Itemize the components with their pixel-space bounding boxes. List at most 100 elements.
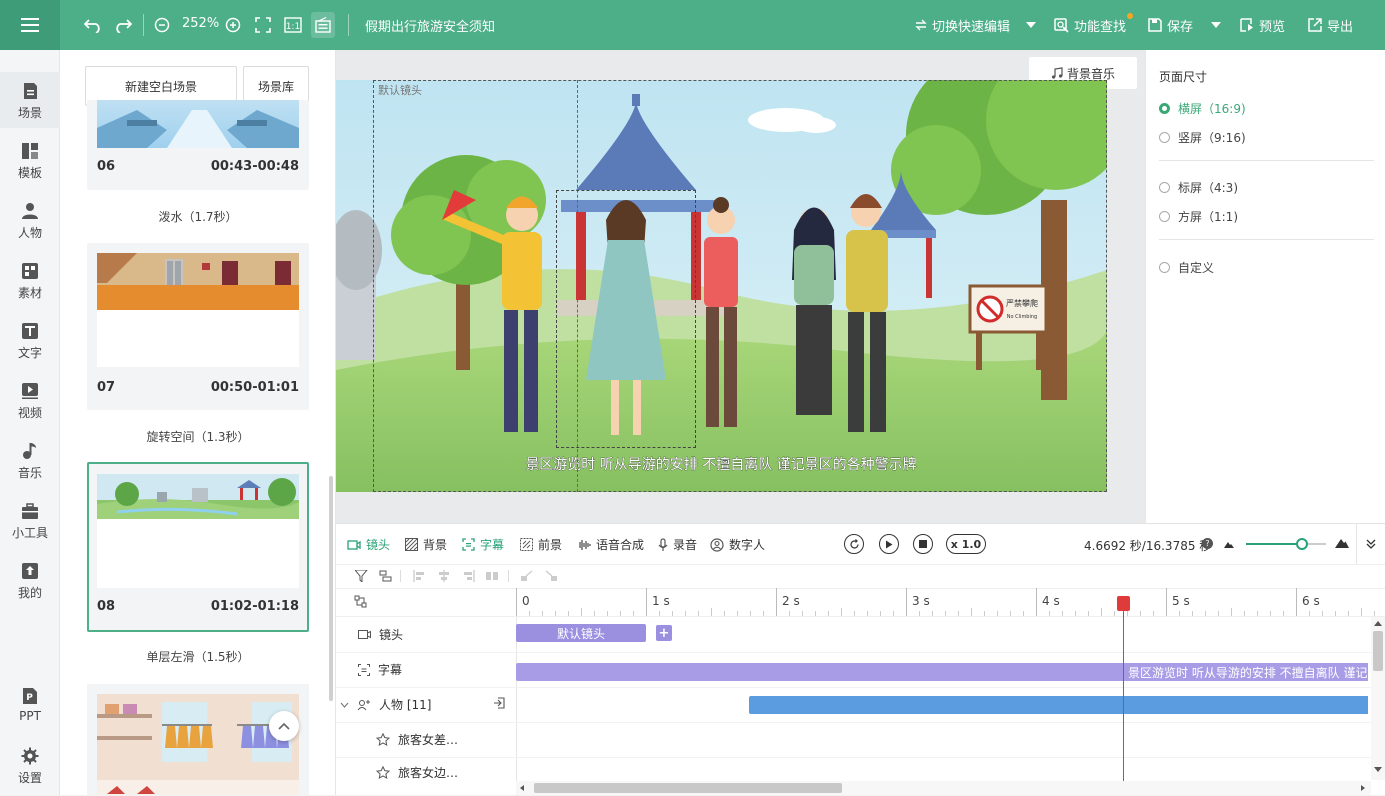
people-clip[interactable] [749, 696, 1368, 714]
tab-camera[interactable]: 镜头 [347, 536, 390, 553]
undo-button[interactable] [82, 13, 104, 37]
align-center-icon[interactable] [437, 570, 451, 582]
scrollbar-thumb[interactable] [534, 783, 842, 793]
nav-toolbox[interactable]: 小工具 [0, 502, 60, 541]
redo-button[interactable] [112, 13, 134, 37]
nav-scene[interactable]: 场景 [0, 72, 60, 128]
nav-material[interactable]: 素材 [0, 262, 60, 301]
music-note-icon [1051, 67, 1063, 79]
nav-music[interactable]: 音乐 [0, 442, 60, 481]
tab-foreground[interactable]: 前景 [520, 536, 562, 553]
menu-button[interactable] [0, 0, 60, 50]
mountain-large-icon[interactable] [1335, 538, 1349, 548]
save-dropdown[interactable] [1211, 14, 1221, 36]
scene-transition[interactable]: 单层左滑（1.5秒） [87, 648, 309, 665]
export-button[interactable]: 导出 [1308, 14, 1353, 36]
tab-background[interactable]: 背景 [405, 536, 447, 553]
scroll-right-arrow[interactable] [1361, 785, 1365, 791]
option-landscape-16-9[interactable]: 横屏（16:9) [1159, 100, 1246, 117]
scene-card-07[interactable]: 07 00:50-01:01 [87, 243, 309, 410]
option-portrait-9-16[interactable]: 竖屏（9:16) [1159, 129, 1246, 146]
subtitle-clip[interactable]: 景区游览时 听从导游的安排 不擅自离队 谨记景区的各种警示牌 [516, 663, 1368, 681]
mountain-small-icon[interactable] [1224, 541, 1234, 548]
layers-icon[interactable] [379, 570, 392, 582]
nav-person[interactable]: 人物 [0, 202, 60, 241]
scene-card-09[interactable] [87, 684, 309, 795]
option-standard-4-3[interactable]: 标屏（4:3) [1159, 179, 1238, 196]
left-nav: 场景 模板 人物 素材 文字 视频 音乐 小工具 我的 P PPT 设置 [0, 50, 60, 795]
fullscreen-button[interactable] [253, 13, 273, 37]
subtitle-preview-button[interactable] [311, 12, 335, 38]
nav-template-label: 模板 [17, 166, 42, 180]
snap-icon[interactable] [354, 595, 367, 608]
scrollbar-thumb[interactable] [1373, 631, 1383, 671]
speed-button[interactable]: x 1.0 [946, 534, 986, 554]
nav-template[interactable]: 模板 [0, 142, 60, 181]
option-label: 方屏（1:1) [1178, 210, 1238, 224]
nav-text[interactable]: 文字 [0, 322, 60, 361]
add-camera-button[interactable]: + [656, 625, 672, 641]
tab-record[interactable]: 录音 [658, 536, 697, 553]
playhead[interactable] [1116, 596, 1130, 784]
project-title[interactable]: 假期出行旅游安全须知 [365, 16, 495, 35]
nav-mine[interactable]: 我的 [0, 562, 60, 601]
timeline-h-scrollbar[interactable] [516, 781, 1371, 795]
stop-button[interactable] [913, 534, 933, 554]
subtitle-icon [358, 663, 370, 676]
send-backward-icon[interactable] [544, 570, 558, 582]
scroll-down-arrow[interactable] [1374, 767, 1382, 772]
digital-human-icon [710, 537, 724, 552]
tab-tts[interactable]: 语音合成 [577, 536, 644, 553]
replay-button[interactable] [844, 534, 864, 554]
camera-clip[interactable]: 默认镜头 [516, 624, 646, 642]
track-person-1[interactable]: 旅客女差… [336, 722, 516, 757]
collapse-timeline-button[interactable] [1356, 524, 1385, 564]
timeline-v-scrollbar[interactable] [1371, 617, 1385, 780]
scroll-left-arrow[interactable] [520, 785, 524, 791]
save-button[interactable]: 保存 [1148, 14, 1193, 36]
distribute-icon[interactable] [485, 570, 499, 582]
switch-quick-edit-button[interactable]: 切换快速编辑 [915, 14, 1010, 36]
scene-number: 06 [97, 159, 116, 174]
nav-toolbox-label: 小工具 [11, 526, 48, 540]
bring-forward-icon[interactable] [520, 570, 534, 582]
nav-video[interactable]: 视频 [0, 382, 60, 421]
play-button[interactable] [879, 534, 899, 554]
align-right-icon[interactable] [461, 570, 475, 582]
zoom-slider-handle[interactable] [1296, 538, 1308, 550]
zoom-in-button[interactable] [223, 13, 243, 37]
nav-ppt[interactable]: P PPT [0, 687, 60, 723]
time-ruler[interactable]: 0 1 s 2 s 3 s 4 s 5 s 6 s [516, 588, 1385, 616]
track-camera[interactable]: 镜头 [336, 617, 516, 652]
scene-transition[interactable]: 泼水（1.7秒） [87, 208, 309, 225]
scene-card-06[interactable]: 06 00:43-00:48 [87, 100, 309, 190]
scene-panel-scrollbar[interactable] [329, 476, 333, 701]
preview-button[interactable]: 预览 [1240, 14, 1285, 36]
scene-transition[interactable]: 旋转空间（1.3秒） [87, 428, 309, 445]
filter-icon[interactable] [355, 570, 368, 582]
sign-in-icon[interactable] [493, 697, 505, 709]
help-icon[interactable]: ? [1202, 538, 1213, 549]
tab-digital-human[interactable]: 数字人 [710, 536, 765, 553]
switch-edit-dropdown[interactable] [1026, 14, 1036, 36]
zoom-out-button[interactable] [152, 13, 172, 37]
track-subtitle[interactable]: 字幕 [336, 652, 516, 687]
stage[interactable]: 严禁攀爬 No Climbing 景区游览时 听从导游的安排 不擅自离队 谨记景… [336, 80, 1107, 492]
actual-size-button[interactable]: 1:1 [283, 13, 303, 37]
subtitle-clip-text: 景区游览时 听从导游的安排 不擅自离队 谨记景区的各种警示牌 [1128, 666, 1368, 680]
nav-settings[interactable]: 设置 [0, 747, 60, 786]
tab-subtitle[interactable]: 字幕 [462, 536, 504, 553]
track-person-2[interactable]: 旅客女边… [336, 757, 516, 787]
feature-search-button[interactable]: 功能查找 [1054, 14, 1126, 36]
scroll-top-button[interactable] [269, 711, 299, 741]
playhead-handle[interactable] [1116, 596, 1130, 611]
selection-box[interactable] [556, 190, 696, 448]
scroll-up-arrow[interactable] [1374, 621, 1382, 626]
option-square-1-1[interactable]: 方屏（1:1) [1159, 208, 1238, 225]
tab-label: 背景 [423, 538, 448, 552]
option-custom[interactable]: 自定义 [1159, 259, 1214, 276]
ruler-major-tick [1296, 588, 1297, 616]
scene-card-08[interactable]: 08 01:02-01:18 [87, 462, 309, 632]
track-people[interactable]: 人物 [11] [336, 687, 516, 722]
align-left-icon[interactable] [413, 570, 427, 582]
